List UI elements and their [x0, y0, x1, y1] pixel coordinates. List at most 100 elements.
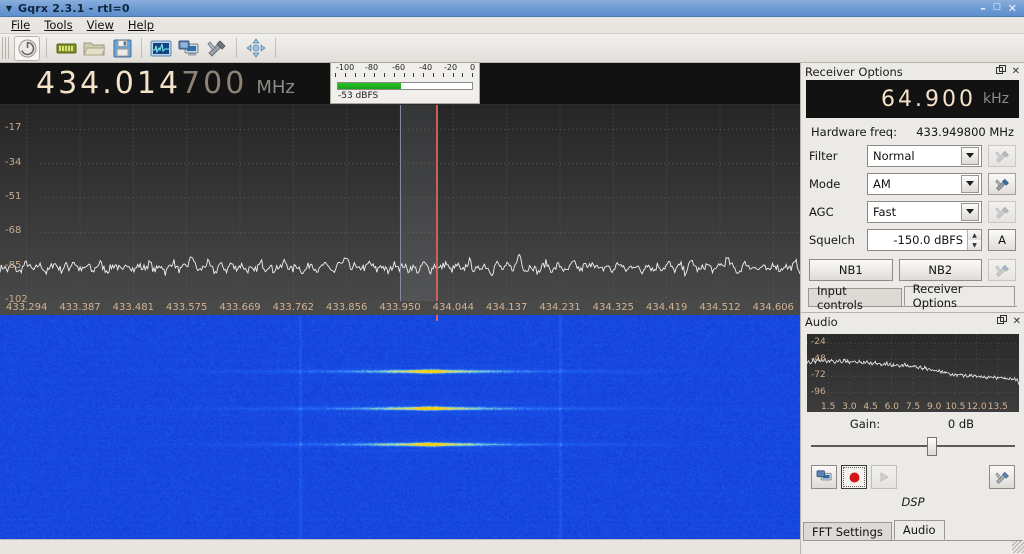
rx-offset-value: 64.900: [881, 86, 977, 112]
filter-combo[interactable]: Normal: [867, 145, 982, 167]
rf-x-tick-433.669: 433.669: [219, 302, 261, 313]
waveform-display-icon[interactable]: [148, 36, 174, 61]
menu-tools-label: Tools: [44, 18, 73, 32]
tab-fft-settings[interactable]: FFT Settings: [803, 522, 892, 540]
audio-config-icon[interactable]: [811, 465, 837, 489]
undock-icon[interactable]: [996, 315, 1007, 328]
agc-label: AGC: [809, 205, 834, 219]
menu-help-label: Help: [127, 18, 155, 32]
tab-receiver-options[interactable]: Receiver Options: [903, 282, 1015, 310]
rf-y-tick--34: -34: [5, 156, 22, 168]
slider-handle[interactable]: [927, 437, 938, 456]
record-icon[interactable]: [841, 465, 867, 489]
filter-edge-line: [399, 105, 401, 301]
meter-tick-marks: [335, 73, 475, 78]
menu-view[interactable]: View: [80, 17, 121, 33]
play-icon[interactable]: [871, 465, 897, 489]
menu-tools[interactable]: Tools: [37, 17, 79, 33]
nb-config-button[interactable]: [988, 259, 1016, 281]
audio-x-tick-4.5: 4.5: [863, 402, 878, 412]
audio-panel: Audio ✕ -24 -48 -72 -96 1.5 3.0 4.5 6.0 7.5 9.0 1…: [801, 312, 1024, 554]
center-frequency-marker[interactable]: [435, 105, 438, 301]
squelch-row: Squelch -150.0 dBFS ▲ ▼ A: [806, 229, 1019, 251]
audio-spectrum-plot[interactable]: -24 -48 -72 -96 1.5 3.0 4.5 6.0 7.5 9.0 10.5 12.0 1…: [807, 334, 1019, 412]
rf-y-tick--17: -17: [5, 122, 22, 134]
audio-tools-icon[interactable]: [989, 465, 1015, 489]
audio-panel-title: Audio ✕: [801, 313, 1024, 330]
audio-title-buttons: ✕: [996, 315, 1021, 328]
rf-y-tick--51: -51: [5, 190, 22, 202]
toolbar-separator: [275, 38, 276, 58]
power-button-icon[interactable]: [14, 35, 40, 61]
audio-y-tick--96: -96: [811, 386, 826, 397]
toolbar-grip[interactable]: [2, 37, 10, 59]
maximize-button[interactable]: ☐: [993, 3, 1001, 14]
tab-input-controls[interactable]: Input controls: [808, 284, 902, 312]
menu-bar: File Tools View Help: [0, 17, 1024, 34]
frequency-bright-digits: 434.014: [36, 66, 182, 101]
audio-dsp-buttons: [811, 465, 1015, 489]
chevron-down-icon[interactable]: [961, 203, 979, 221]
filter-row: Filter Normal: [806, 145, 1019, 167]
undock-icon[interactable]: [995, 65, 1006, 78]
agc-combo[interactable]: Fast: [867, 201, 982, 223]
audio-title-label: Audio: [805, 314, 838, 329]
gain-label: Gain:: [849, 417, 881, 431]
chevron-down-icon[interactable]: [961, 175, 979, 193]
receiver-options-title-label: Receiver Options: [805, 64, 903, 79]
mode-combo[interactable]: AM: [867, 173, 982, 195]
chevron-down-icon[interactable]: [961, 147, 979, 165]
receiver-options-panel-title: Receiver Options ✕: [801, 63, 1024, 80]
mode-value: AM: [873, 177, 891, 191]
audio-gain-slider[interactable]: [811, 435, 1015, 457]
rf-y-tick--68: -68: [5, 225, 22, 237]
filter-band-overlay: [399, 105, 437, 301]
tab-audio[interactable]: Audio: [893, 520, 945, 540]
audio-spectrum-canvas: [807, 334, 1019, 398]
floppy-save-icon[interactable]: [109, 36, 135, 61]
squelch-stepper[interactable]: ▲ ▼: [967, 230, 981, 250]
waterfall-canvas[interactable]: [0, 315, 800, 539]
nb2-button[interactable]: NB2: [898, 259, 982, 281]
hardware-freq-value: 433.949800 MHz: [916, 125, 1014, 139]
folder-open-icon[interactable]: [81, 36, 107, 61]
nb1-button[interactable]: NB1: [809, 259, 893, 281]
squelch-spinbox[interactable]: -150.0 dBFS ▲ ▼: [867, 229, 982, 251]
waterfall-display[interactable]: [0, 315, 800, 539]
menu-file[interactable]: File: [4, 17, 37, 33]
audio-x-tick-3.0: 3.0: [842, 402, 857, 412]
mode-label: Mode: [809, 177, 841, 191]
squelch-auto-button[interactable]: A: [988, 229, 1016, 251]
menu-help[interactable]: Help: [121, 17, 161, 33]
window-menu-icon[interactable]: ▼: [2, 4, 16, 13]
audio-x-tick-9.0: 9.0: [927, 402, 942, 412]
squelch-value: -150.0 dBFS: [893, 233, 963, 247]
squelch-label: Squelch: [809, 233, 855, 247]
filter-config-button[interactable]: [988, 145, 1016, 167]
frequency-dim-digits: 700: [181, 66, 248, 101]
mode-config-button[interactable]: [988, 173, 1016, 195]
close-icon[interactable]: ✕: [1012, 66, 1020, 77]
audio-x-tick-13.5: 13.5: [987, 402, 1008, 412]
rx-offset-display[interactable]: 64.900 kHz: [806, 80, 1019, 118]
rf-x-tick-434.512: 434.512: [699, 302, 741, 313]
frequency-digits[interactable]: 434.014700 MHz: [0, 66, 295, 101]
close-button[interactable]: ✕: [1008, 3, 1017, 14]
tools-wrench-icon[interactable]: [204, 36, 230, 61]
mode-row: Mode AM: [806, 173, 1019, 195]
memory-chip-icon[interactable]: [53, 36, 79, 61]
main-toolbar: [0, 34, 1024, 63]
stepper-down-icon[interactable]: ▼: [968, 240, 981, 250]
move-arrows-icon[interactable]: [243, 36, 269, 61]
rf-spectrum-plot[interactable]: -17 -34 -51 -68 -85 -102 433.294 433.387 433.48…: [0, 105, 800, 315]
meter-scale: -100 -80 -60 -40 -20 0: [331, 63, 479, 80]
resize-grip[interactable]: [1012, 541, 1024, 553]
stepper-up-icon[interactable]: ▲: [968, 230, 981, 240]
meter-value-label: -53 dBFS: [338, 91, 379, 101]
minimize-button[interactable]: –: [980, 3, 986, 14]
close-icon[interactable]: ✕: [1013, 316, 1021, 327]
dsp-label: DSP: [901, 495, 925, 509]
remote-computer-icon[interactable]: [176, 36, 202, 61]
agc-config-button[interactable]: [988, 201, 1016, 223]
rf-y-tick--85: -85: [5, 259, 22, 271]
